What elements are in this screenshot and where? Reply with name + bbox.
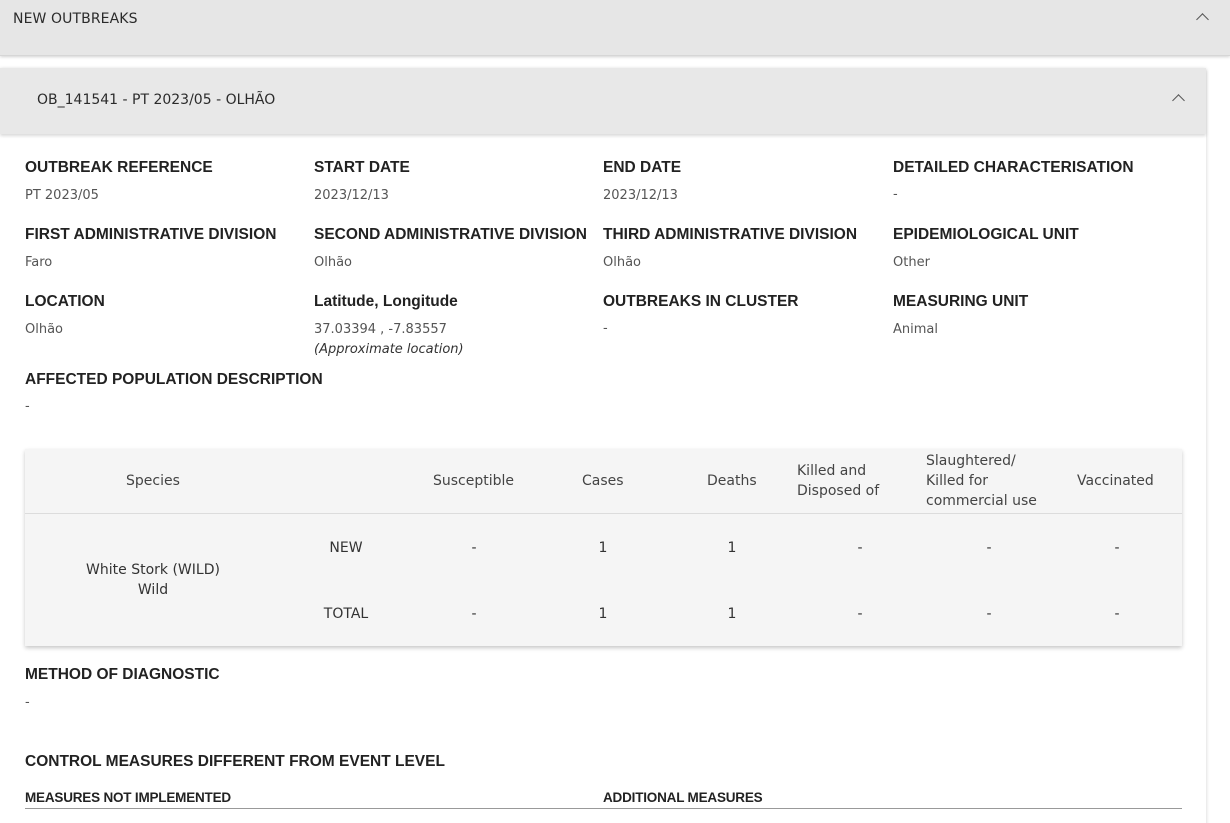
species-type: Wild: [137, 582, 169, 598]
start-date-label: START DATE: [314, 159, 410, 176]
second-admin-division-value: Olhão: [314, 255, 353, 270]
deaths-header: Deaths: [707, 473, 757, 489]
cases-cell: 1: [598, 606, 608, 622]
second-admin-division-label: SECOND ADMINISTRATIVE DIVISION: [314, 226, 587, 243]
row-label: NEW: [329, 540, 363, 556]
method-of-diagnostic-label: METHOD OF DIAGNOSTIC: [25, 666, 220, 683]
outbreaks-in-cluster-label: OUTBREAKS IN CLUSTER: [603, 293, 799, 310]
new-outbreaks-title: NEW OUTBREAKS: [13, 11, 138, 27]
outbreak-panel-header[interactable]: OB_141541 - PT 2023/05 - OLHÃO: [0, 68, 1206, 134]
deaths-cell: 1: [727, 540, 737, 556]
third-admin-division-value: Olhão: [603, 255, 642, 270]
method-of-diagnostic-value: -: [25, 695, 30, 710]
epidemiological-unit-value: Other: [893, 255, 930, 270]
cases-header: Cases: [582, 473, 624, 489]
additional-measures-label: ADDITIONAL MEASURES: [603, 790, 763, 805]
killed-cell: -: [857, 540, 863, 556]
lat-long-label: Latitude, Longitude: [314, 293, 458, 310]
outbreak-reference-value: PT 2023/05: [25, 188, 99, 203]
killed-header-line1: Killed and: [797, 463, 867, 479]
outbreak-panel-title: OB_141541 - PT 2023/05 - OLHÃO: [37, 92, 276, 108]
susceptible-cell: -: [471, 606, 477, 622]
start-date-value: 2023/12/13: [314, 188, 389, 203]
outbreak-reference-label: OUTBREAK REFERENCE: [25, 159, 213, 176]
species-name: White Stork (WILD): [86, 562, 220, 578]
cases-cell: 1: [598, 540, 608, 556]
new-outbreaks-header[interactable]: NEW OUTBREAKS: [0, 0, 1230, 56]
slaughtered-header-line1: Slaughtered/: [926, 453, 1016, 469]
lat-long-value: 37.03394 , -7.83557: [314, 322, 447, 337]
end-date-label: END DATE: [603, 159, 682, 176]
killed-cell: -: [857, 606, 863, 622]
killed-header-line2: Disposed of: [797, 483, 880, 499]
row-label: TOTAL: [323, 606, 369, 622]
location-value: Olhão: [25, 322, 64, 337]
location-label: LOCATION: [25, 293, 105, 310]
epidemiological-unit-label: EPIDEMIOLOGICAL UNIT: [893, 226, 1079, 243]
susceptible-header: Susceptible: [433, 473, 515, 489]
measuring-unit-value: Animal: [893, 322, 938, 337]
table-header-divider: [25, 513, 1182, 514]
measuring-unit-label: MEASURING UNIT: [893, 293, 1029, 310]
outbreaks-in-cluster-value: -: [603, 321, 608, 336]
susceptible-cell: -: [471, 540, 477, 556]
detailed-characterisation-value: -: [893, 187, 898, 202]
vaccinated-header: Vaccinated: [1077, 473, 1154, 489]
affected-population-value: -: [25, 399, 30, 414]
affected-population-label: AFFECTED POPULATION DESCRIPTION: [25, 371, 323, 388]
deaths-cell: 1: [727, 606, 737, 622]
measures-divider: [25, 808, 1182, 809]
detailed-characterisation-label: DETAILED CHARACTERISATION: [893, 159, 1134, 176]
species-table: Species Susceptible Cases Deaths Killed …: [25, 449, 1182, 646]
vaccinated-cell: -: [1114, 606, 1120, 622]
slaughtered-header-line3: commercial use: [926, 493, 1037, 509]
first-admin-division-label: FIRST ADMINISTRATIVE DIVISION: [25, 226, 277, 243]
end-date-value: 2023/12/13: [603, 188, 678, 203]
first-admin-division-value: Faro: [25, 255, 53, 270]
chevron-up-icon[interactable]: [1172, 94, 1185, 107]
vaccinated-cell: -: [1114, 540, 1120, 556]
species-header: Species: [126, 473, 180, 489]
slaughtered-header-line2: Killed for: [926, 473, 989, 489]
third-admin-division-label: THIRD ADMINISTRATIVE DIVISION: [603, 226, 858, 243]
slaughtered-cell: -: [986, 606, 992, 622]
control-measures-title: CONTROL MEASURES DIFFERENT FROM EVENT LE…: [25, 753, 445, 770]
chevron-up-icon[interactable]: [1196, 13, 1209, 26]
slaughtered-cell: -: [986, 540, 992, 556]
outbreak-panel: OB_141541 - PT 2023/05 - OLHÃO: [0, 68, 1206, 823]
measures-not-implemented-label: MEASURES NOT IMPLEMENTED: [25, 790, 231, 805]
approximate-location-note: (Approximate location): [314, 342, 464, 357]
